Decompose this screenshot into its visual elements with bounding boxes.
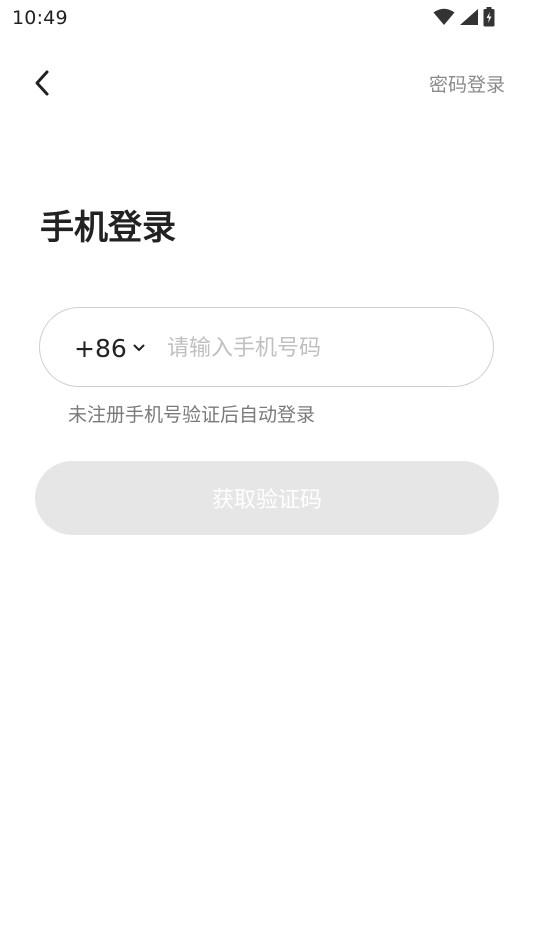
auto-register-hint: 未注册手机号验证后自动登录 — [68, 404, 316, 426]
phone-number-input[interactable] — [167, 328, 467, 368]
country-code-selector[interactable]: +86 — [74, 308, 145, 388]
signal-icon — [459, 8, 479, 26]
chevron-left-icon — [35, 70, 49, 96]
page-title: 手机登录 — [40, 208, 176, 248]
country-code-value: +86 — [74, 333, 127, 363]
back-button[interactable] — [28, 66, 58, 100]
password-login-link[interactable]: 密码登录 — [429, 70, 505, 97]
wifi-icon — [433, 8, 455, 26]
chevron-down-icon — [133, 344, 145, 351]
status-time: 10:49 — [12, 7, 68, 29]
status-bar: 10:49 — [0, 0, 535, 36]
get-verification-code-button[interactable]: 获取验证码 — [35, 461, 499, 535]
battery-charging-icon — [483, 7, 495, 27]
status-icons — [433, 7, 495, 27]
phone-field: +86 — [39, 307, 494, 387]
